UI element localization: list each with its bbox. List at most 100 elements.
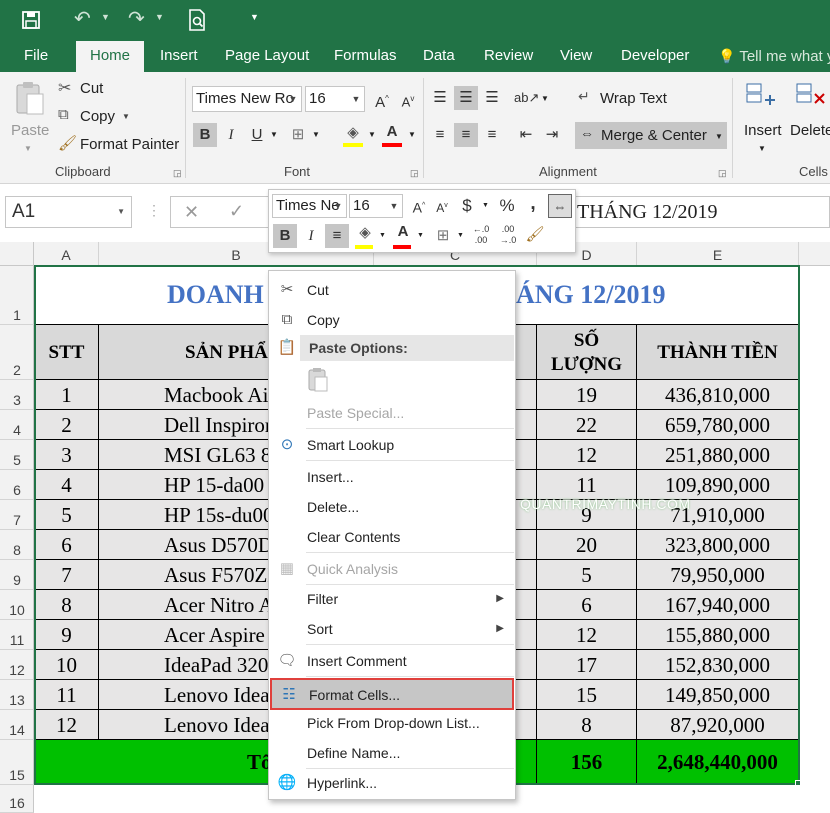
mini-wrap-icon[interactable]: ⇔ — [548, 194, 572, 218]
italic-button[interactable]: I — [219, 123, 243, 147]
menu-item-delete[interactable]: Delete... — [270, 493, 514, 521]
row-header-1[interactable]: 1 — [0, 266, 34, 325]
paste-dropdown-icon[interactable]: ▼ — [24, 144, 32, 153]
menu-item-copy[interactable]: ⧉ Copy — [270, 306, 514, 334]
menu-item-smart-lookup[interactable]: ⊙ Smart Lookup — [270, 431, 514, 459]
wrap-text-button[interactable]: Wrap Text — [600, 90, 667, 107]
orientation-icon[interactable]: ab↗ — [514, 86, 539, 110]
tell-me-search[interactable]: 💡 Tell me what y — [718, 40, 830, 72]
menu-item-hyperlink[interactable]: 🌐 Hyperlink... — [270, 769, 514, 797]
fill-handle[interactable] — [795, 780, 801, 786]
mini-size-select[interactable]: 16 ▼ — [349, 194, 403, 218]
mini-borders-icon[interactable]: ⊞ — [431, 224, 455, 248]
tab-developer[interactable]: Developer — [621, 40, 689, 72]
increase-indent-icon[interactable]: ⇥ — [540, 123, 564, 147]
align-top-icon[interactable]: ☰ — [428, 86, 452, 110]
align-right-icon[interactable]: ≡ — [480, 123, 504, 147]
merge-dropdown-icon[interactable]: ▼ — [715, 132, 723, 141]
paste-button[interactable]: Paste — [11, 122, 49, 139]
align-center-icon[interactable]: ≡ — [454, 123, 478, 147]
menu-item-clear-contents[interactable]: Clear Contents — [270, 523, 514, 551]
row-header-3[interactable]: 3 — [0, 380, 34, 410]
bold-button[interactable]: B — [193, 123, 217, 147]
undo-dropdown-icon[interactable]: ▼ — [101, 12, 110, 22]
orientation-dropdown-icon[interactable]: ▼ — [541, 94, 549, 103]
tab-file[interactable]: File — [24, 40, 48, 72]
font-launcher-icon[interactable]: ◲ — [410, 168, 419, 179]
mini-font-select[interactable]: Times Ne ▼ — [272, 194, 347, 218]
name-box[interactable]: A1 ▼ — [5, 196, 132, 228]
insert-cells-button[interactable]: Insert — [744, 122, 782, 139]
row-header-13[interactable]: 13 — [0, 680, 34, 710]
row-header-9[interactable]: 9 — [0, 560, 34, 590]
menu-item-insert[interactable]: Insert... — [270, 463, 514, 491]
menu-item-quick-analysis[interactable]: ▦ Quick Analysis — [270, 555, 514, 583]
tab-page-layout[interactable]: Page Layout — [225, 40, 309, 72]
mini-format-painter-icon[interactable]: 🖌 — [523, 223, 547, 247]
select-all-corner[interactable] — [0, 242, 34, 266]
column-header-a[interactable]: A — [34, 242, 99, 266]
tab-formulas[interactable]: Formulas — [334, 40, 397, 72]
delete-cells-button[interactable]: Delete — [790, 122, 830, 139]
row-header-10[interactable]: 10 — [0, 590, 34, 620]
row-header-15[interactable]: 15 — [0, 740, 34, 785]
menu-item-paste-special[interactable]: Paste Special... — [270, 399, 514, 427]
mini-grow-font-icon[interactable]: A^ — [407, 194, 431, 218]
mini-fill-dropdown-icon[interactable]: ▼ — [379, 232, 386, 239]
currency-dropdown-icon[interactable]: ▼ — [482, 202, 489, 209]
row-header-16[interactable]: 16 — [0, 785, 34, 813]
clipboard-launcher-icon[interactable]: ◲ — [173, 168, 182, 179]
paste-icon[interactable] — [13, 80, 47, 116]
row-header-8[interactable]: 8 — [0, 530, 34, 560]
borders-dropdown-icon[interactable]: ▼ — [312, 130, 320, 139]
row-header-11[interactable]: 11 — [0, 620, 34, 650]
currency-icon[interactable]: $ — [455, 194, 479, 218]
mini-borders-dropdown-icon[interactable]: ▼ — [457, 232, 464, 239]
tab-view[interactable]: View — [560, 40, 592, 72]
alignment-launcher-icon[interactable]: ◲ — [718, 168, 727, 179]
tab-insert[interactable]: Insert — [160, 40, 198, 72]
shrink-font-icon[interactable]: Av — [396, 87, 420, 111]
copy-dropdown-icon[interactable]: ▼ — [122, 112, 130, 121]
grow-font-icon[interactable]: A^ — [370, 87, 394, 111]
font-name-select[interactable]: Times New Ro ▼ — [192, 86, 302, 112]
menu-item-insert-comment[interactable]: 🗨 Insert Comment — [270, 647, 514, 675]
decrease-decimal-icon[interactable]: .00 →.0 — [496, 224, 520, 248]
mini-italic-button[interactable]: I — [299, 224, 323, 248]
mini-align-center-icon[interactable]: ≡ — [325, 224, 349, 248]
row-header-4[interactable]: 4 — [0, 410, 34, 440]
menu-item-filter[interactable]: Filter ▶ — [270, 585, 514, 613]
row-header-2[interactable]: 2 — [0, 325, 34, 380]
mini-fill-color-icon[interactable]: ◈ — [353, 221, 377, 245]
font-size-select[interactable]: 16 ▼ — [305, 86, 365, 112]
menu-item-format-cells[interactable]: ☷ Format Cells... — [270, 678, 514, 710]
align-left-icon[interactable]: ≡ — [428, 123, 452, 147]
tab-review[interactable]: Review — [484, 40, 533, 72]
fill-dropdown-icon[interactable]: ▼ — [368, 130, 376, 139]
mini-bold-button[interactable]: B — [273, 224, 297, 248]
paste-option-icon[interactable] — [307, 367, 329, 393]
menu-item-pick-from-list[interactable]: Pick From Drop-down List... — [270, 709, 514, 737]
save-icon[interactable] — [20, 9, 42, 31]
increase-decimal-icon[interactable]: ←.0.00 — [469, 224, 493, 248]
tab-home[interactable]: Home — [76, 41, 144, 72]
format-painter-button[interactable]: Format Painter — [80, 136, 179, 153]
undo-icon[interactable]: ↶ — [74, 6, 91, 31]
mini-shrink-font-icon[interactable]: Av — [430, 194, 454, 218]
align-bottom-icon[interactable]: ☰ — [480, 86, 504, 110]
redo-dropdown-icon[interactable]: ▼ — [155, 12, 164, 22]
print-preview-icon[interactable] — [186, 8, 208, 32]
mini-font-color-dropdown-icon[interactable]: ▼ — [417, 232, 424, 239]
column-header-e[interactable]: E — [637, 242, 799, 266]
row-header-14[interactable]: 14 — [0, 710, 34, 740]
cancel-icon[interactable]: ✕ — [184, 202, 199, 223]
tab-data[interactable]: Data — [423, 40, 455, 72]
row-header-12[interactable]: 12 — [0, 650, 34, 680]
font-color-dropdown-icon[interactable]: ▼ — [408, 130, 416, 139]
row-header-6[interactable]: 6 — [0, 470, 34, 500]
fill-color-icon[interactable]: ◈ — [341, 121, 365, 145]
comma-style-icon[interactable]: , — [521, 192, 545, 216]
percent-icon[interactable]: % — [495, 194, 519, 218]
row-header-7[interactable]: 7 — [0, 500, 34, 530]
mini-font-color-icon[interactable]: A — [391, 220, 415, 244]
